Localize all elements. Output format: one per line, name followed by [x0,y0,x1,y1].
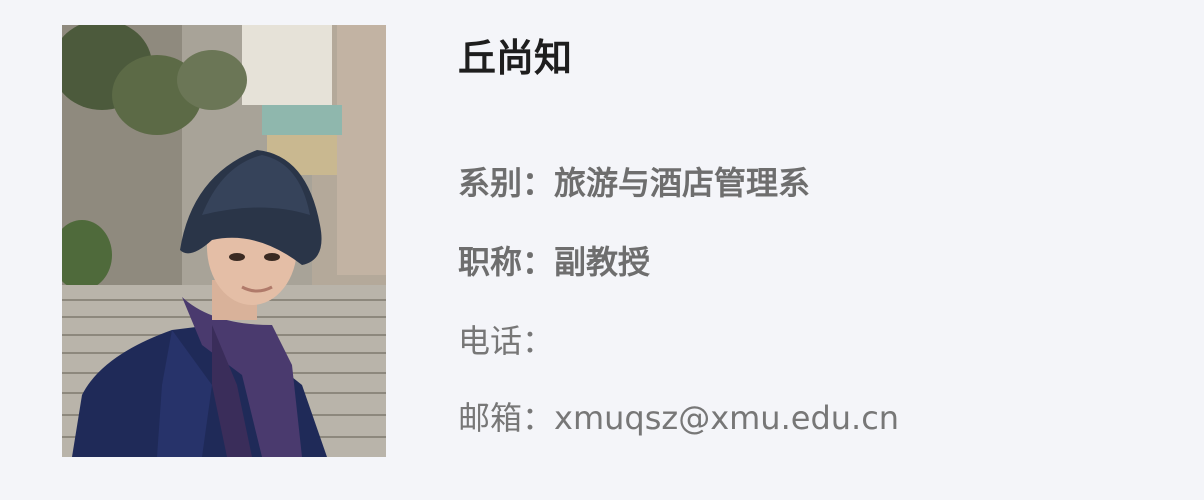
profile-info: 丘尚知 系别：旅游与酒店管理系 职称：副教授 电话： 邮箱：xmuqsz@xmu… [458,0,1158,500]
phone-label: 电话： [458,322,555,360]
portrait-illustration [62,25,386,457]
title-row: 职称：副教授 [458,240,650,284]
department-value: 旅游与酒店管理系 [554,164,811,202]
phone-row: 电话： [458,319,554,363]
person-name: 丘尚知 [458,36,573,80]
profile-photo [62,25,386,457]
department-row: 系别：旅游与酒店管理系 [458,161,810,205]
email-value[interactable]: xmuqsz@xmu.edu.cn [554,399,899,437]
title-value: 副教授 [554,243,651,281]
email-row: 邮箱：xmuqsz@xmu.edu.cn [458,396,899,440]
department-label: 系别： [458,164,555,202]
email-label: 邮箱： [458,399,555,437]
profile-card: 丘尚知 系别：旅游与酒店管理系 职称：副教授 电话： 邮箱：xmuqsz@xmu… [0,0,1204,500]
title-label: 职称： [458,243,555,281]
